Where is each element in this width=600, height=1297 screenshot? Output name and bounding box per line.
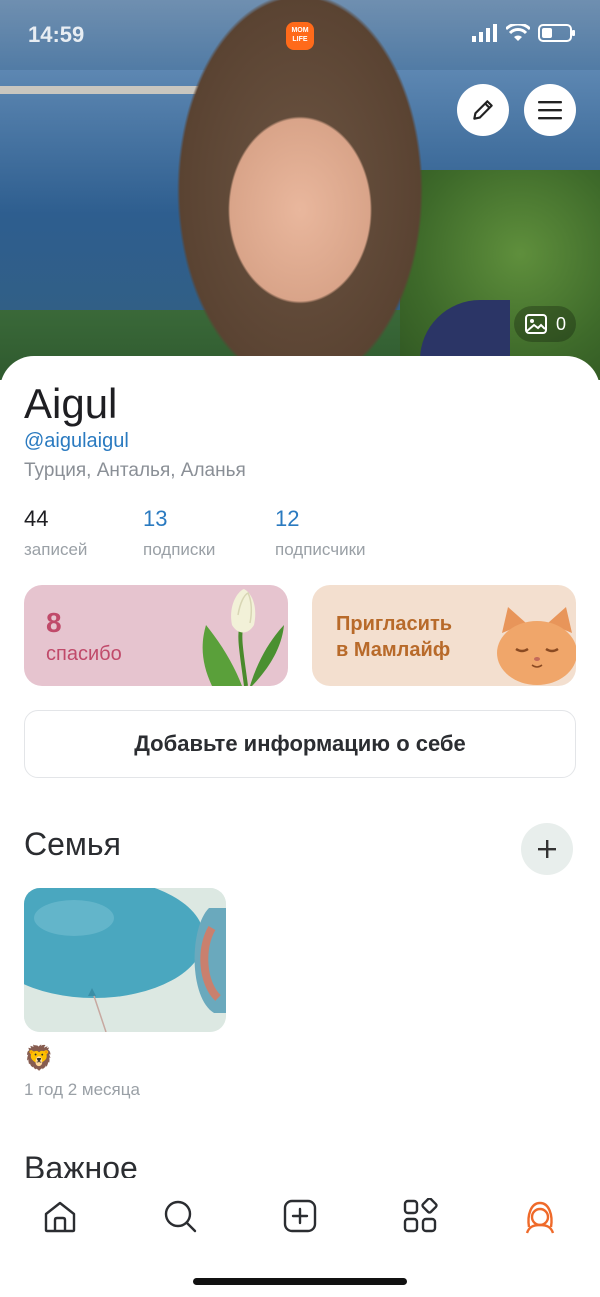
profile-location: Турция, Анталья, Аланья	[24, 460, 246, 481]
status-time: 14:59	[28, 22, 85, 47]
add-info-button[interactable]: Добавьте информацию о себе	[24, 710, 576, 778]
stat-posts-value: 44	[24, 506, 49, 531]
plus-icon	[538, 840, 556, 858]
stat-posts-label: записей	[24, 540, 88, 559]
stat-following-value: 13	[143, 506, 168, 531]
child-avatar-emoji: 🦁	[24, 1045, 54, 1072]
add-family-member-button[interactable]	[521, 823, 573, 875]
stat-following-label: подписки	[143, 540, 216, 559]
app-logo-icon: MOM LIFE	[286, 22, 314, 50]
important-section-title: Важное	[24, 1150, 138, 1178]
tab-search[interactable]	[150, 1192, 210, 1240]
profile-handle[interactable]: @aigulaigul	[24, 430, 129, 453]
thanks-card[interactable]: 8 спасибо	[24, 585, 288, 686]
image-icon	[524, 314, 547, 334]
child-photo-card[interactable]	[24, 888, 226, 1032]
status-bar: 14:59 MOM LIFE	[28, 22, 576, 50]
photo-count-label: 0	[555, 313, 566, 334]
kitten-illustration	[497, 607, 576, 685]
invite-card[interactable]: Пригласить в Мамлайф	[312, 585, 576, 686]
thanks-count: 8	[46, 607, 62, 638]
battery-icon	[538, 24, 575, 42]
tab-home[interactable]	[30, 1192, 90, 1240]
family-section-title: Семья	[24, 826, 121, 862]
thanks-label: спасибо	[46, 643, 122, 665]
invite-line-1: Пригласить	[336, 613, 453, 635]
edit-profile-button[interactable]	[457, 84, 509, 136]
home-icon	[44, 1201, 76, 1233]
status-indicators	[472, 24, 576, 42]
signal-icon	[472, 24, 497, 42]
wifi-icon	[506, 24, 530, 41]
tab-services[interactable]	[390, 1192, 450, 1240]
tab-profile[interactable]	[510, 1192, 570, 1240]
pencil-icon	[473, 100, 493, 120]
child-photo	[24, 888, 226, 1032]
stat-followers-value: 12	[275, 506, 300, 531]
invite-label: Пригласить в Мамлайф	[336, 611, 452, 663]
tab-create-post[interactable]	[270, 1192, 330, 1240]
menu-button[interactable]	[524, 84, 576, 136]
cover-photos-button[interactable]: 0	[513, 306, 576, 342]
profile-cover-photo[interactable]	[0, 0, 600, 380]
child-age: 1 год 2 месяца	[24, 1080, 140, 1099]
stat-followers-label: подписчики	[275, 540, 366, 559]
invite-line-2: в Мамлайф	[336, 639, 451, 661]
stat-following[interactable]: 13 подписки	[143, 506, 215, 560]
profile-avatar-icon	[525, 1201, 555, 1234]
profile-name: Aigul	[24, 380, 118, 427]
search-icon	[164, 1200, 197, 1233]
stat-followers[interactable]: 12 подписчики	[275, 506, 366, 560]
cover-person	[140, 0, 440, 380]
hamburger-menu-icon	[538, 101, 562, 120]
stat-posts[interactable]: 44 записей	[24, 506, 87, 560]
add-post-icon	[283, 1199, 317, 1233]
services-grid-icon	[403, 1198, 438, 1233]
home-indicator	[193, 1278, 407, 1285]
tulip-illustration	[202, 589, 284, 686]
